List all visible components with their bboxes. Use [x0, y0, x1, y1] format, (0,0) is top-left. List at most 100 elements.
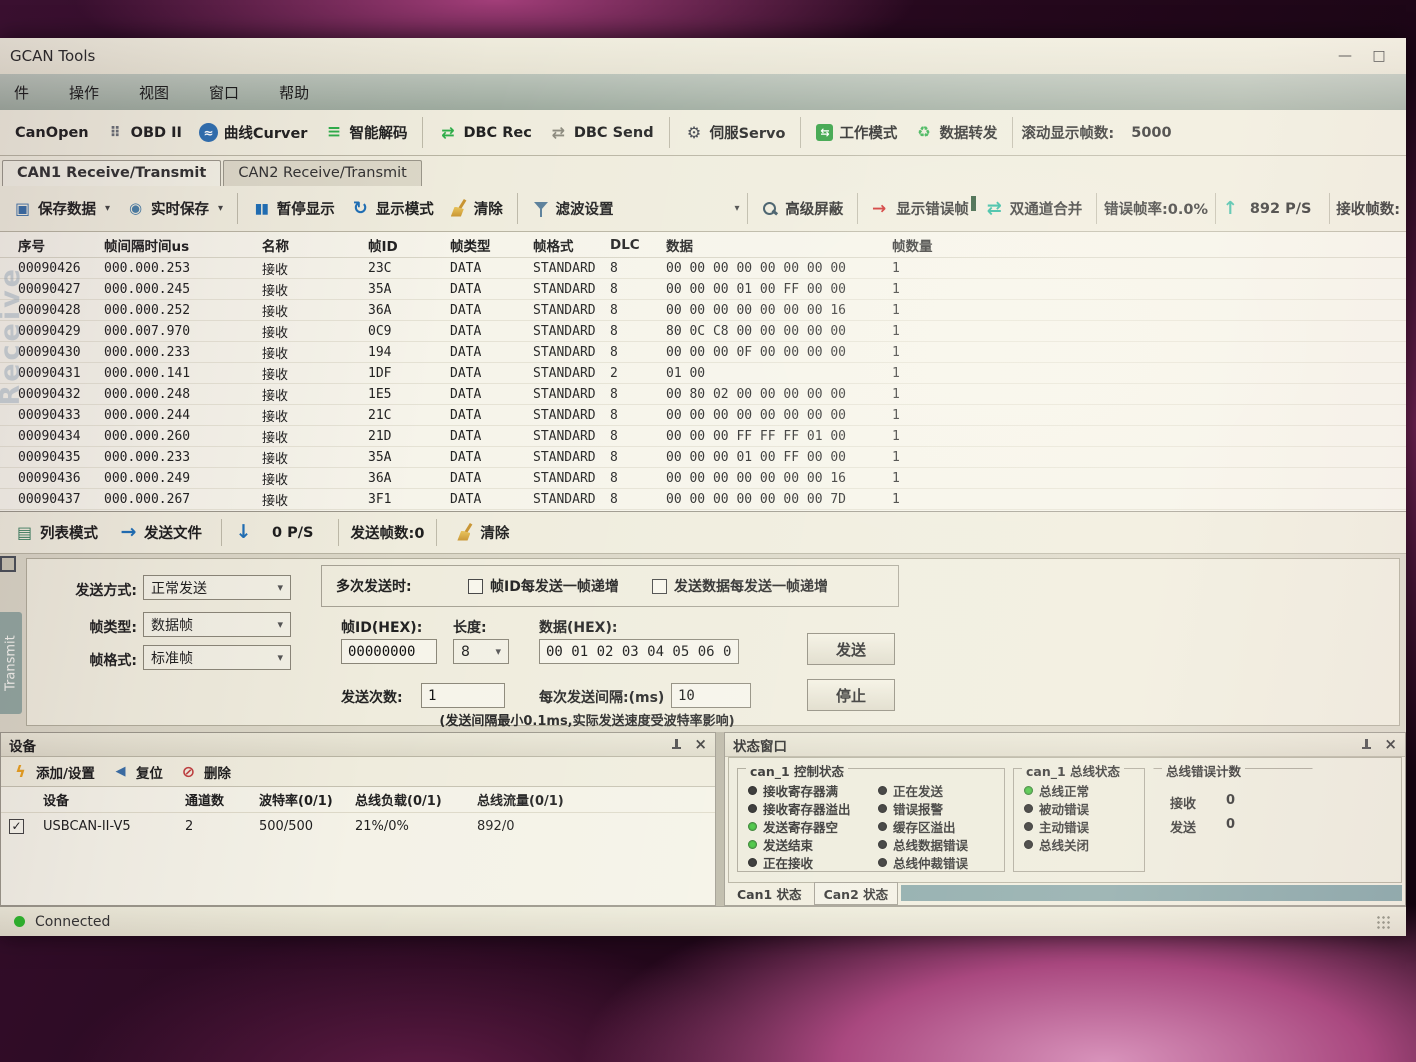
send-file-button[interactable]: → 发送文件 — [112, 518, 209, 547]
transmit-side-tab[interactable]: Transmit — [0, 612, 22, 714]
table-row[interactable]: 00090436000.000.249接收36ADATASTANDARD800 … — [0, 468, 1406, 489]
table-row[interactable]: 00090432000.000.248接收1E5DATASTANDARD800 … — [0, 384, 1406, 405]
led-icon — [1024, 822, 1033, 831]
table-row[interactable]: 00090430000.000.233接收194DATASTANDARD800 … — [0, 342, 1406, 363]
column-header[interactable]: 帧ID — [368, 235, 450, 255]
toolbar-separator — [800, 117, 801, 148]
smart-decode-button[interactable]: ≡ 智能解码 — [317, 118, 414, 147]
column-header[interactable]: 帧间隔时间us — [104, 235, 262, 255]
chevron-down-icon[interactable]: ▾ — [105, 203, 110, 214]
pause-display-button[interactable]: ▮▮ 暂停显示 — [245, 194, 342, 223]
column-header[interactable]: 帧格式 — [533, 235, 610, 255]
column-header[interactable]: 帧数量 — [892, 235, 972, 255]
table-row[interactable]: 00090429000.007.970接收0C9DATASTANDARD880 … — [0, 321, 1406, 342]
reset-button[interactable]: ◀ 复位 — [111, 760, 163, 784]
curve-button[interactable]: ≈ 曲线Curver — [192, 118, 315, 147]
delete-button[interactable]: ⊘ 删除 — [179, 760, 231, 784]
chevron-down-icon: ▾ — [277, 581, 283, 594]
inc-id-option[interactable]: 帧ID每发送一帧递增 — [468, 576, 619, 596]
work-mode-button[interactable]: ⇆ 工作模式 — [809, 118, 904, 147]
obd-button[interactable]: ⠿ OBD II — [99, 119, 189, 146]
realtime-save-button[interactable]: ◉ 实时保存 ▾ — [119, 194, 230, 223]
tab-can2[interactable]: CAN2 Receive/Transmit — [223, 160, 422, 186]
advanced-mask-button[interactable]: 高级屏蔽 — [754, 194, 850, 223]
inc-data-option[interactable]: 发送数据每发送一帧递增 — [652, 576, 828, 596]
column-header[interactable]: 总线流量(0/1) — [477, 790, 715, 809]
send-interval-input[interactable] — [671, 683, 751, 708]
chevron-down-icon[interactable]: ▾ — [735, 203, 740, 214]
send-mode-select[interactable]: 正常发送 ▾ — [143, 575, 291, 600]
column-header[interactable]: 帧类型 — [450, 235, 533, 255]
data-forward-button[interactable]: ♻ 数据转发 — [907, 118, 1004, 147]
frame-type-select[interactable]: 数据帧 ▾ — [143, 612, 291, 637]
data-hex-input[interactable] — [539, 639, 739, 664]
column-header[interactable]: 总线负载(0/1) — [355, 790, 477, 809]
table-cell: 1 — [892, 324, 972, 339]
menu-item[interactable]: 视图 — [133, 80, 175, 105]
dbc-send-button[interactable]: ⇄ DBC Send — [542, 119, 661, 146]
add-settings-button[interactable]: ϟ 添加/设置 — [11, 760, 95, 784]
stop-button[interactable]: 停止 — [807, 679, 895, 711]
checkbox-icon[interactable] — [652, 579, 667, 594]
display-mode-button[interactable]: ↻ 显示模式 — [344, 194, 441, 223]
table-row[interactable]: 00090431000.000.141接收1DFDATASTANDARD201 … — [0, 363, 1406, 384]
table-cell: 接收 — [262, 343, 368, 362]
work-mode-label: 工作模式 — [839, 122, 897, 143]
menu-item[interactable]: 帮助 — [273, 80, 315, 105]
scroll-frames-value[interactable]: 5000 — [1131, 125, 1171, 141]
length-select[interactable]: 8 ▾ — [453, 639, 509, 664]
filter-settings-button[interactable]: 滤波设置 — [525, 194, 621, 223]
show-error-frames-button[interactable]: → 显示错误帧 — [865, 194, 976, 223]
table-row[interactable]: 00090427000.000.245接收35ADATASTANDARD800 … — [0, 279, 1406, 300]
chevron-down-icon: ▾ — [277, 618, 283, 631]
send-count-input[interactable] — [421, 683, 505, 708]
frame-format-select[interactable]: 标准帧 ▾ — [143, 645, 291, 670]
chevron-down-icon[interactable]: ▾ — [218, 203, 223, 214]
table-row[interactable]: 00090428000.000.252接收36ADATASTANDARD800 … — [0, 300, 1406, 321]
clear-receive-button[interactable]: 清除 — [443, 194, 510, 223]
send-button[interactable]: 发送 — [807, 633, 895, 665]
table-cell: 00 00 00 00 00 00 00 00 — [666, 408, 892, 423]
table-cell: DATA — [450, 261, 533, 276]
table-row[interactable]: 00090434000.000.260接收21DDATASTANDARD800 … — [0, 426, 1406, 447]
device-checkbox[interactable]: ✓ — [9, 819, 24, 834]
table-cell: 00 80 02 00 00 00 00 00 — [666, 387, 892, 402]
menu-item[interactable]: 件 — [8, 80, 35, 105]
column-header[interactable]: DLC — [610, 237, 666, 253]
send-count-label: 发送次数: — [341, 687, 403, 707]
minimize-button[interactable]: — — [1328, 48, 1362, 64]
resize-grip[interactable] — [1376, 915, 1392, 929]
error-count-title: 总线错误计数 — [1162, 761, 1245, 780]
frame-id-input[interactable] — [341, 639, 437, 664]
table-row[interactable]: 00090435000.000.233接收35ADATASTANDARD800 … — [0, 447, 1406, 468]
column-header[interactable]: 数据 — [666, 235, 892, 255]
menu-item[interactable]: 窗口 — [203, 80, 245, 105]
servo-button[interactable]: ⚙ 伺服Servo — [678, 118, 793, 147]
close-icon[interactable]: × — [1384, 737, 1397, 752]
column-header[interactable]: 通道数 — [185, 790, 259, 809]
maximize-button[interactable]: □ — [1362, 48, 1396, 64]
checkbox-icon[interactable] — [468, 579, 483, 594]
column-header[interactable]: 波特率(0/1) — [259, 790, 355, 809]
close-icon[interactable]: × — [694, 737, 707, 752]
dock-restore-icon[interactable] — [0, 556, 16, 572]
pin-icon[interactable] — [671, 739, 682, 751]
table-row[interactable]: 00090426000.000.253接收23CDATASTANDARD800 … — [0, 258, 1406, 279]
column-header[interactable]: 序号 — [18, 235, 104, 255]
column-header[interactable]: 名称 — [262, 235, 368, 255]
device-row[interactable]: ✓ USBCAN-II-V5 2 500/500 21%/0% 892/0 — [1, 813, 715, 839]
tab-can1-status[interactable]: Can1 状态 — [728, 883, 811, 904]
pin-icon[interactable] — [1361, 739, 1372, 751]
dbc-rec-button[interactable]: ⇄ DBC Rec — [431, 119, 538, 146]
menu-item[interactable]: 操作 — [63, 80, 105, 105]
table-row[interactable]: 00090433000.000.244接收21CDATASTANDARD800 … — [0, 405, 1406, 426]
tab-can2-status[interactable]: Can2 状态 — [814, 882, 899, 905]
tab-can1[interactable]: CAN1 Receive/Transmit — [2, 160, 221, 186]
dual-channel-merge-button[interactable]: ⇄ 双通道合并 — [978, 194, 1090, 223]
list-mode-button[interactable]: ▤ 列表模式 — [8, 518, 105, 547]
table-row[interactable]: 00090437000.000.267接收3F1DATASTANDARD800 … — [0, 489, 1406, 510]
clear-transmit-button[interactable]: 清除 — [449, 518, 516, 547]
save-data-button[interactable]: ▣ 保存数据 ▾ — [6, 194, 117, 223]
canopen-button[interactable]: CanOpen — [8, 121, 96, 145]
column-header[interactable]: 设备 — [43, 790, 185, 809]
